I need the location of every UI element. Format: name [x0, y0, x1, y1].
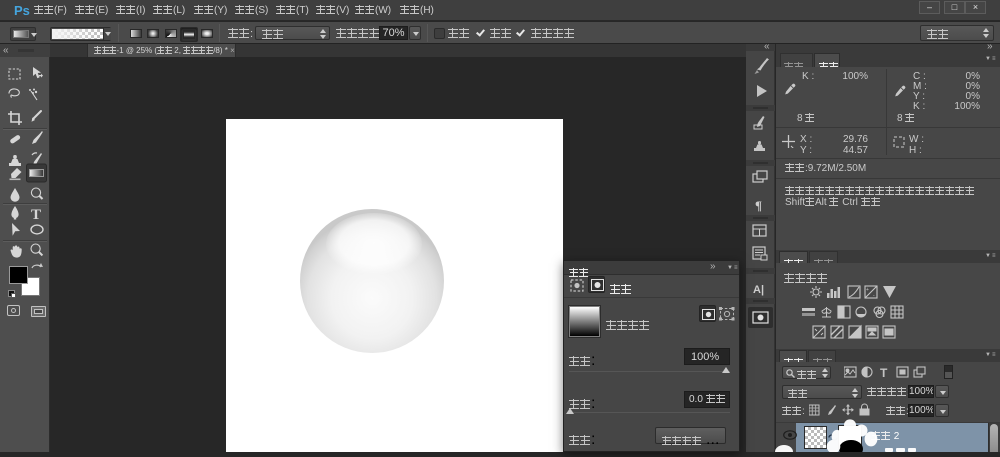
svg-text:T: T — [880, 366, 888, 379]
svg-text:¶: ¶ — [755, 198, 762, 213]
svg-text:+: + — [866, 287, 869, 293]
svg-text:T: T — [31, 207, 41, 223]
svg-text:A|: A| — [753, 284, 764, 296]
